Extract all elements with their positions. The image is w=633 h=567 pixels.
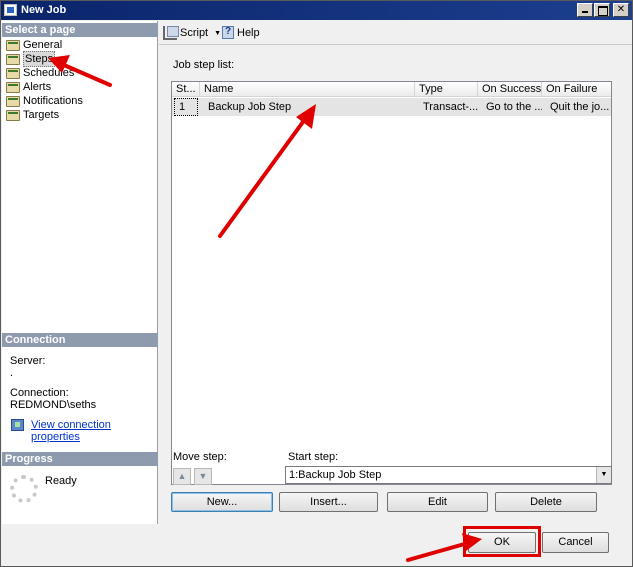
- arrow-up-icon: ▲: [177, 471, 187, 481]
- progress-header: Progress: [2, 452, 158, 466]
- chevron-down-icon[interactable]: ▼: [596, 467, 611, 483]
- connection-properties-icon: [11, 419, 24, 431]
- page-icon: [6, 53, 20, 65]
- help-button[interactable]: Help: [222, 26, 260, 39]
- column-header-name[interactable]: Name: [200, 82, 415, 97]
- help-icon: [222, 26, 234, 39]
- page-item-steps[interactable]: Steps: [6, 51, 56, 67]
- page-icon: [6, 81, 20, 93]
- start-step-value: 1:Backup Job Step: [289, 469, 382, 481]
- move-down-button[interactable]: ▼: [194, 468, 212, 485]
- close-button[interactable]: ✕: [613, 3, 629, 17]
- page-item-schedules[interactable]: Schedules: [6, 66, 74, 80]
- server-value: .: [10, 367, 14, 379]
- server-label: Server:: [10, 355, 46, 367]
- cell-on-success: Go to the ...: [486, 101, 542, 113]
- title-bar: New Job ✕: [1, 1, 632, 20]
- delete-step-button[interactable]: Delete: [495, 492, 597, 512]
- table-row[interactable]: 1 Backup Job Step Transact-... Go to the…: [172, 98, 611, 116]
- job-step-grid[interactable]: St... Name Type On Success On Failure 1 …: [171, 81, 612, 485]
- script-button[interactable]: Script ▼: [163, 26, 221, 40]
- column-header-on-success[interactable]: On Success: [478, 82, 542, 97]
- cell-on-failure: Quit the jo...: [550, 101, 610, 113]
- cancel-button[interactable]: Cancel: [542, 532, 609, 553]
- new-step-button[interactable]: New...: [171, 492, 273, 512]
- page-label: Alerts: [23, 81, 52, 93]
- start-step-select[interactable]: 1:Backup Job Step ▼: [285, 466, 612, 484]
- column-header-step[interactable]: St...: [172, 82, 200, 97]
- cell-step: 1: [174, 98, 198, 116]
- page-label: Targets: [23, 109, 60, 121]
- page-item-general[interactable]: General: [6, 38, 62, 52]
- progress-status: Ready: [45, 475, 77, 487]
- page-label: Steps: [23, 51, 56, 67]
- column-header-type[interactable]: Type: [415, 82, 478, 97]
- page-item-notifications[interactable]: Notifications: [6, 94, 83, 108]
- start-step-label: Start step:: [288, 451, 339, 463]
- page-label: General: [23, 39, 63, 51]
- job-step-list-label: Job step list:: [173, 59, 235, 71]
- page-icon: [6, 95, 20, 107]
- edit-step-button[interactable]: Edit: [387, 492, 488, 512]
- page-icon: [6, 109, 20, 121]
- page-icon: [6, 67, 20, 79]
- page-icon: [6, 39, 20, 51]
- view-connection-properties-link[interactable]: View connection properties: [31, 419, 157, 443]
- move-step-label: Move step:: [173, 451, 227, 463]
- move-up-button[interactable]: ▲: [173, 468, 191, 485]
- steps-page: Job step list: St... Name Type On Succes…: [159, 46, 632, 524]
- page-item-alerts[interactable]: Alerts: [6, 80, 51, 94]
- toolbar: Script ▼ Help: [159, 21, 632, 45]
- cell-name: Backup Job Step: [208, 101, 292, 113]
- app-icon: [4, 4, 17, 16]
- progress-spinner-icon: [10, 475, 38, 503]
- page-item-targets[interactable]: Targets: [6, 108, 59, 122]
- minimize-button[interactable]: [577, 3, 593, 17]
- help-label: Help: [237, 26, 260, 39]
- window-title: New Job: [21, 4, 67, 16]
- script-icon: [163, 26, 179, 40]
- maximize-button[interactable]: [594, 3, 610, 17]
- connection-value: REDMOND\seths: [10, 399, 97, 411]
- arrow-down-icon: ▼: [198, 471, 208, 481]
- ok-highlight-box: [463, 526, 541, 557]
- column-header-on-failure[interactable]: On Failure: [542, 82, 611, 97]
- page-label: Notifications: [23, 95, 83, 107]
- connection-header: Connection: [2, 333, 158, 347]
- insert-step-button[interactable]: Insert...: [279, 492, 378, 512]
- script-label: Script: [180, 27, 209, 39]
- connection-label: Connection:: [10, 387, 69, 399]
- page-label: Schedules: [23, 67, 75, 79]
- cell-type: Transact-...: [423, 101, 478, 113]
- left-panel: Select a page General Steps Schedules Al…: [2, 21, 158, 524]
- chevron-down-icon[interactable]: ▼: [214, 30, 221, 37]
- new-job-window: New Job ✕ Select a page General Steps Sc…: [0, 0, 633, 567]
- select-page-header: Select a page: [2, 23, 158, 37]
- grid-header: St... Name Type On Success On Failure: [172, 82, 611, 97]
